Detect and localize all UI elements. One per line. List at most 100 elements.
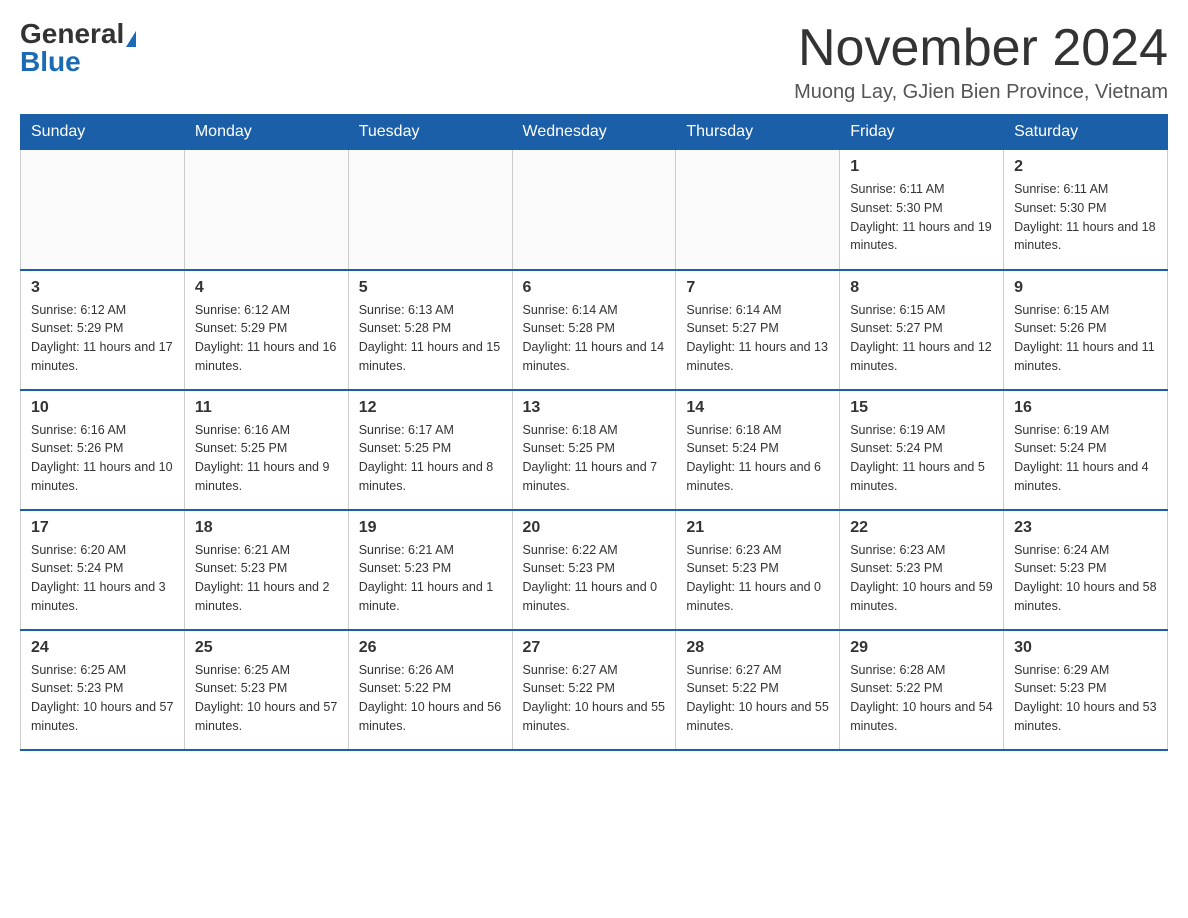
day-number: 18 (195, 519, 338, 537)
calendar-cell: 26 Sunrise: 6:26 AMSunset: 5:22 PMDayligh… (348, 630, 512, 750)
logo-blue-text: Blue (20, 48, 81, 76)
week-row-3: 10Sunrise: 6:16 AMSunset: 5:26 PMDayligh… (21, 390, 1168, 510)
calendar-cell: 3 Sunrise: 6:12 AMSunset: 5:29 PMDaylight… (21, 270, 185, 390)
day-number: 1 (850, 158, 993, 176)
calendar-cell (512, 150, 676, 270)
calendar-cell (676, 150, 840, 270)
week-row-4: 17Sunrise: 6:20 AMSunset: 5:24 PMDayligh… (21, 510, 1168, 630)
calendar-cell: 23 Sunrise: 6:24 AMSunset: 5:23 PMDayligh… (1004, 510, 1168, 630)
calendar-table: SundayMondayTuesdayWednesdayThursdayFrid… (20, 114, 1168, 751)
calendar-cell: 6 Sunrise: 6:14 AMSunset: 5:28 PMDaylight… (512, 270, 676, 390)
day-number: 26 (359, 639, 502, 657)
calendar-cell: 27 Sunrise: 6:27 AMSunset: 5:22 PMDayligh… (512, 630, 676, 750)
weekday-header-monday: Monday (184, 115, 348, 150)
calendar-cell: 7Sunrise: 6:14 AMSunset: 5:27 PMDaylight… (676, 270, 840, 390)
day-info: Sunrise: 6:27 AMSunset: 5:22 PMDaylight:… (523, 661, 666, 736)
title-section: November 2024 Muong Lay, GJien Bien Prov… (794, 20, 1168, 104)
weekday-header-saturday: Saturday (1004, 115, 1168, 150)
day-number: 10 (31, 399, 174, 417)
day-info: Sunrise: 6:11 AMSunset: 5:30 PMDaylight:… (1014, 180, 1157, 255)
day-number: 21 (686, 519, 829, 537)
day-info: Sunrise: 6:13 AMSunset: 5:28 PMDaylight:… (359, 301, 502, 376)
day-number: 30 (1014, 639, 1157, 657)
day-info: Sunrise: 6:23 AMSunset: 5:23 PMDaylight:… (850, 541, 993, 616)
calendar-cell: 18 Sunrise: 6:21 AMSunset: 5:23 PMDayligh… (184, 510, 348, 630)
day-number: 16 (1014, 399, 1157, 417)
day-info: Sunrise: 6:16 AMSunset: 5:25 PMDaylight:… (195, 421, 338, 496)
calendar-cell: 25 Sunrise: 6:25 AMSunset: 5:23 PMDayligh… (184, 630, 348, 750)
calendar-cell: 19 Sunrise: 6:21 AMSunset: 5:23 PMDayligh… (348, 510, 512, 630)
calendar-cell: 17Sunrise: 6:20 AMSunset: 5:24 PMDayligh… (21, 510, 185, 630)
day-info: Sunrise: 6:29 AMSunset: 5:23 PMDaylight:… (1014, 661, 1157, 736)
weekday-header-friday: Friday (840, 115, 1004, 150)
calendar-cell: 20 Sunrise: 6:22 AMSunset: 5:23 PMDayligh… (512, 510, 676, 630)
day-info: Sunrise: 6:15 AMSunset: 5:27 PMDaylight:… (850, 301, 993, 376)
weekday-header-thursday: Thursday (676, 115, 840, 150)
day-number: 13 (523, 399, 666, 417)
day-number: 12 (359, 399, 502, 417)
logo-top: General (20, 20, 136, 48)
calendar-cell (348, 150, 512, 270)
day-info: Sunrise: 6:15 AMSunset: 5:26 PMDaylight:… (1014, 301, 1157, 376)
week-row-1: 1 Sunrise: 6:11 AMSunset: 5:30 PMDaylight… (21, 150, 1168, 270)
day-info: Sunrise: 6:21 AMSunset: 5:23 PMDaylight:… (195, 541, 338, 616)
day-info: Sunrise: 6:25 AMSunset: 5:23 PMDaylight:… (195, 661, 338, 736)
day-number: 6 (523, 279, 666, 297)
day-number: 11 (195, 399, 338, 417)
logo-triangle-icon (126, 31, 136, 47)
day-number: 25 (195, 639, 338, 657)
day-info: Sunrise: 6:27 AMSunset: 5:22 PMDaylight:… (686, 661, 829, 736)
day-number: 3 (31, 279, 174, 297)
day-info: Sunrise: 6:11 AMSunset: 5:30 PMDaylight:… (850, 180, 993, 255)
day-number: 23 (1014, 519, 1157, 537)
location-text: Muong Lay, GJien Bien Province, Vietnam (794, 81, 1168, 104)
calendar-cell: 22Sunrise: 6:23 AMSunset: 5:23 PMDayligh… (840, 510, 1004, 630)
day-number: 9 (1014, 279, 1157, 297)
day-number: 5 (359, 279, 502, 297)
calendar-cell: 14Sunrise: 6:18 AMSunset: 5:24 PMDayligh… (676, 390, 840, 510)
day-info: Sunrise: 6:12 AMSunset: 5:29 PMDaylight:… (31, 301, 174, 376)
weekday-header-tuesday: Tuesday (348, 115, 512, 150)
day-info: Sunrise: 6:22 AMSunset: 5:23 PMDaylight:… (523, 541, 666, 616)
day-number: 4 (195, 279, 338, 297)
day-info: Sunrise: 6:28 AMSunset: 5:22 PMDaylight:… (850, 661, 993, 736)
day-info: Sunrise: 6:23 AMSunset: 5:23 PMDaylight:… (686, 541, 829, 616)
day-number: 15 (850, 399, 993, 417)
calendar-cell: 11 Sunrise: 6:16 AMSunset: 5:25 PMDayligh… (184, 390, 348, 510)
day-info: Sunrise: 6:14 AMSunset: 5:27 PMDaylight:… (686, 301, 829, 376)
calendar-cell: 24Sunrise: 6:25 AMSunset: 5:23 PMDayligh… (21, 630, 185, 750)
calendar-cell: 15 Sunrise: 6:19 AMSunset: 5:24 PMDayligh… (840, 390, 1004, 510)
day-info: Sunrise: 6:19 AMSunset: 5:24 PMDaylight:… (1014, 421, 1157, 496)
day-info: Sunrise: 6:18 AMSunset: 5:25 PMDaylight:… (523, 421, 666, 496)
day-number: 17 (31, 519, 174, 537)
calendar-cell: 4 Sunrise: 6:12 AMSunset: 5:29 PMDaylight… (184, 270, 348, 390)
weekday-header-row: SundayMondayTuesdayWednesdayThursdayFrid… (21, 115, 1168, 150)
calendar-cell: 5 Sunrise: 6:13 AMSunset: 5:28 PMDaylight… (348, 270, 512, 390)
week-row-2: 3 Sunrise: 6:12 AMSunset: 5:29 PMDaylight… (21, 270, 1168, 390)
calendar-cell: 16 Sunrise: 6:19 AMSunset: 5:24 PMDayligh… (1004, 390, 1168, 510)
weekday-header-sunday: Sunday (21, 115, 185, 150)
logo-general-text: General (20, 18, 124, 49)
calendar-cell: 1 Sunrise: 6:11 AMSunset: 5:30 PMDaylight… (840, 150, 1004, 270)
day-info: Sunrise: 6:19 AMSunset: 5:24 PMDaylight:… (850, 421, 993, 496)
day-number: 14 (686, 399, 829, 417)
day-info: Sunrise: 6:12 AMSunset: 5:29 PMDaylight:… (195, 301, 338, 376)
weekday-header-wednesday: Wednesday (512, 115, 676, 150)
day-number: 24 (31, 639, 174, 657)
page-header: General Blue November 2024 Muong Lay, GJ… (20, 20, 1168, 104)
day-info: Sunrise: 6:26 AMSunset: 5:22 PMDaylight:… (359, 661, 502, 736)
day-number: 20 (523, 519, 666, 537)
day-info: Sunrise: 6:14 AMSunset: 5:28 PMDaylight:… (523, 301, 666, 376)
day-info: Sunrise: 6:17 AMSunset: 5:25 PMDaylight:… (359, 421, 502, 496)
calendar-cell: 29 Sunrise: 6:28 AMSunset: 5:22 PMDayligh… (840, 630, 1004, 750)
calendar-cell (21, 150, 185, 270)
day-number: 29 (850, 639, 993, 657)
day-info: Sunrise: 6:21 AMSunset: 5:23 PMDaylight:… (359, 541, 502, 616)
day-number: 19 (359, 519, 502, 537)
calendar-cell (184, 150, 348, 270)
day-number: 8 (850, 279, 993, 297)
day-info: Sunrise: 6:24 AMSunset: 5:23 PMDaylight:… (1014, 541, 1157, 616)
day-number: 27 (523, 639, 666, 657)
calendar-cell: 13 Sunrise: 6:18 AMSunset: 5:25 PMDayligh… (512, 390, 676, 510)
week-row-5: 24 Sunrise: 6:25 AMSunset: 5:23 PMDayligh… (21, 630, 1168, 750)
